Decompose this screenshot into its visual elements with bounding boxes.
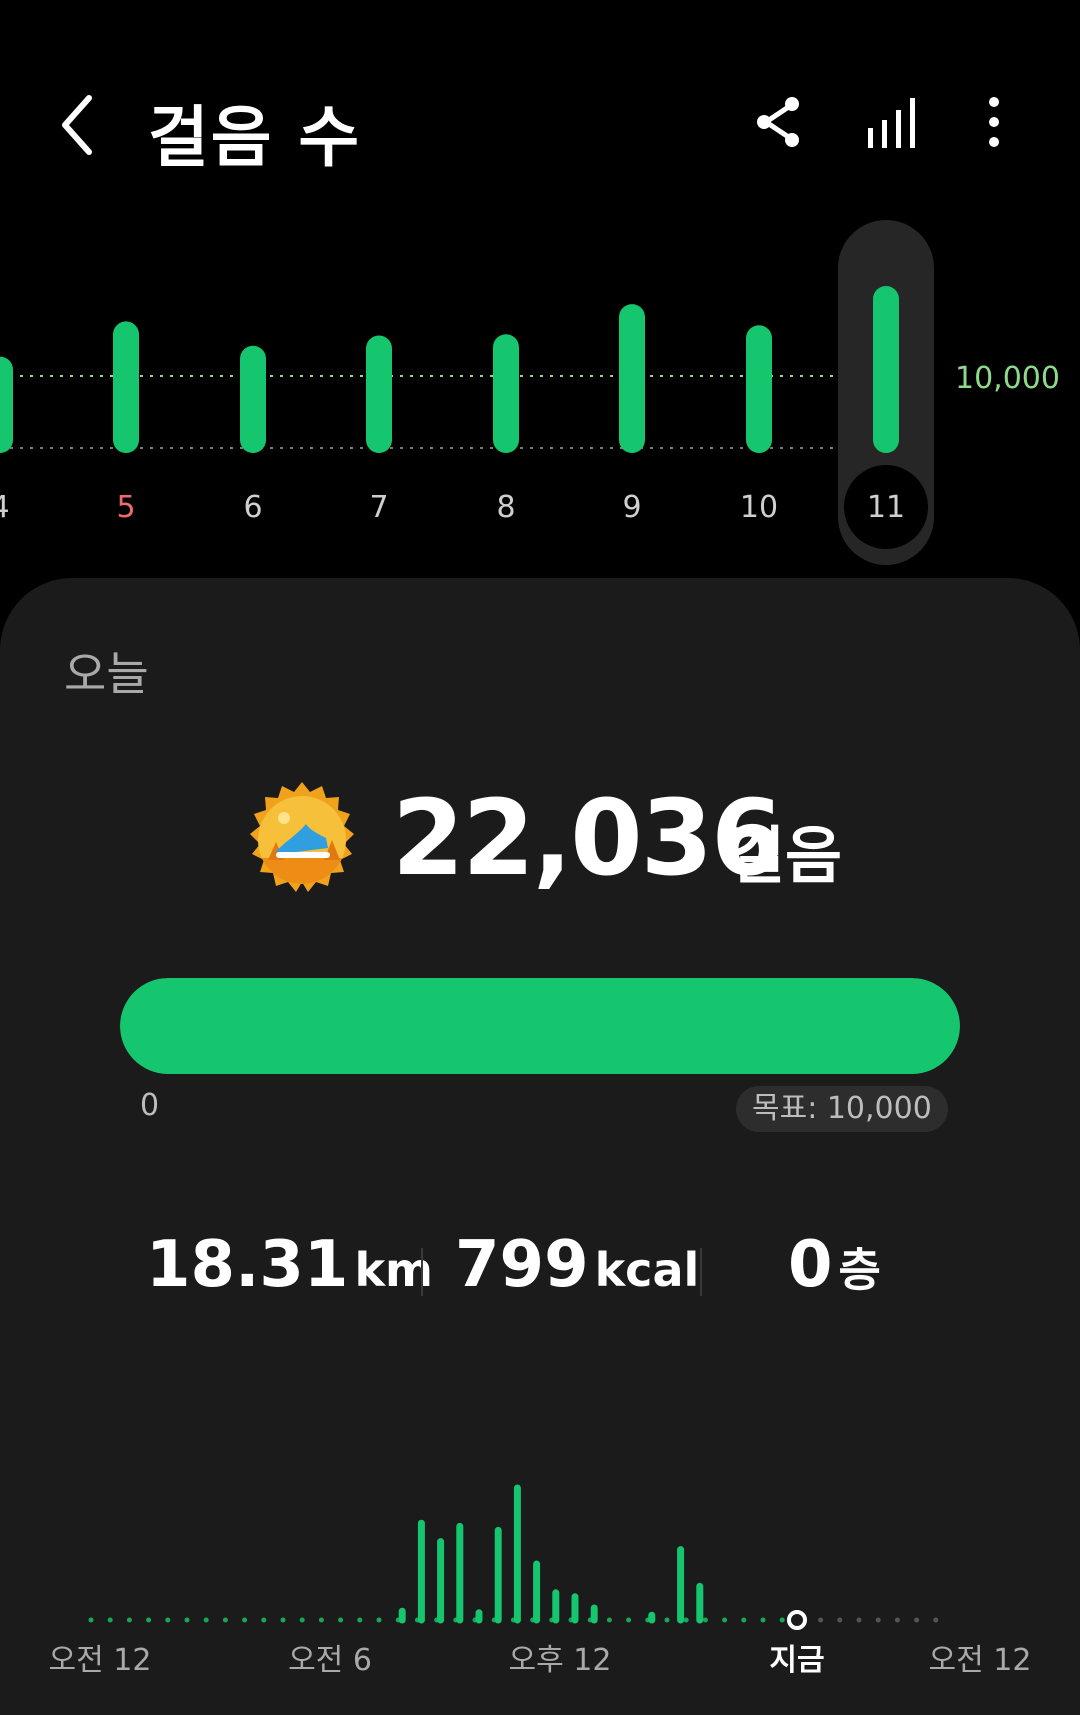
floors-stat: 0층 — [788, 1228, 881, 1302]
hour-dot — [107, 1617, 113, 1623]
share-icon — [757, 97, 799, 147]
stat-divider — [700, 1248, 702, 1296]
hour-dot — [146, 1617, 152, 1623]
x-label-midnight-start: 오전 12 — [49, 1643, 152, 1678]
daily-steps-chart[interactable]: 10,000 4 5 6 7 8 9 10 11 — [0, 210, 1080, 570]
activity-stats: 18.31 km 799 kcal 0층 — [0, 1228, 1080, 1328]
stat-divider — [421, 1248, 423, 1296]
chevron-left-icon — [62, 95, 92, 155]
trends-button[interactable] — [858, 90, 922, 154]
distance-value: 18.31 — [146, 1228, 349, 1302]
x-label-midnight-end: 오전 12 — [929, 1643, 1032, 1678]
back-button[interactable] — [55, 90, 115, 160]
app-bar: 걸음 수 — [0, 60, 1080, 190]
day-label-7[interactable]: 7 — [369, 490, 388, 525]
floors-value: 0 — [788, 1228, 833, 1302]
walking-badge-icon — [240, 778, 364, 902]
hour-dot — [338, 1617, 344, 1623]
hour-dot — [933, 1617, 939, 1623]
hour-dot — [702, 1617, 708, 1623]
goal-label: 10,000 — [955, 361, 1060, 396]
day-label-11[interactable]: 11 — [867, 490, 905, 525]
floors-unit: 층 — [838, 1243, 881, 1297]
hour-dot — [357, 1617, 363, 1623]
hour-dot — [299, 1617, 305, 1623]
share-button[interactable] — [746, 90, 810, 154]
calories-stat: 799 kcal — [455, 1228, 699, 1302]
now-marker — [787, 1610, 807, 1630]
hour-dot — [280, 1617, 286, 1623]
day-label-5[interactable]: 5 — [116, 490, 135, 525]
hour-dot — [875, 1617, 881, 1623]
bar-chart-icon — [868, 98, 915, 148]
more-vert-icon — [989, 97, 999, 147]
calories-value: 799 — [455, 1228, 589, 1302]
day-label-9[interactable]: 9 — [622, 490, 641, 525]
hour-dot — [856, 1617, 862, 1623]
hour-dot — [184, 1617, 190, 1623]
hour-dot — [165, 1617, 171, 1623]
hour-dot — [376, 1617, 382, 1623]
hour-dot — [760, 1617, 766, 1623]
steps-unit: 걸음 — [728, 819, 843, 892]
day-label-6[interactable]: 6 — [243, 490, 262, 525]
hour-dot — [626, 1617, 632, 1623]
more-options-button[interactable] — [962, 90, 1026, 154]
hour-dot — [126, 1617, 132, 1623]
hour-dot — [837, 1617, 843, 1623]
hour-dot — [261, 1617, 267, 1623]
hour-dot — [722, 1617, 728, 1623]
day-label-10[interactable]: 10 — [740, 490, 778, 525]
hour-dot — [203, 1617, 209, 1623]
hour-dot — [664, 1617, 670, 1623]
page-title: 걸음 수 — [148, 99, 362, 176]
x-label-6am: 오전 6 — [288, 1643, 372, 1678]
x-label-now: 지금 — [769, 1643, 824, 1678]
hour-dot — [88, 1617, 94, 1623]
goal-badge[interactable]: 목표: 10,000 — [736, 1086, 948, 1132]
steps-summary: 22,036 걸음 — [0, 778, 1080, 918]
day-label-4[interactable]: 4 — [0, 490, 10, 525]
x-label-noon: 오후 12 — [509, 1643, 612, 1678]
hour-dot — [318, 1617, 324, 1623]
hour-dot — [606, 1617, 612, 1623]
hour-dot — [242, 1617, 248, 1623]
hour-dot — [683, 1617, 689, 1623]
hour-dot — [894, 1617, 900, 1623]
calories-unit: kcal — [594, 1243, 700, 1297]
hour-dot — [222, 1617, 228, 1623]
hour-dot — [741, 1617, 747, 1623]
steps-progress-fill — [120, 978, 960, 1074]
progress-min-label: 0 — [140, 1088, 160, 1123]
distance-stat: 18.31 km — [146, 1228, 433, 1302]
hour-dot — [779, 1617, 785, 1623]
hour-dot — [818, 1617, 824, 1623]
hour-dot — [914, 1617, 920, 1623]
day-label-8[interactable]: 8 — [496, 490, 515, 525]
period-label: 오늘 — [64, 647, 149, 701]
hourly-steps-chart[interactable]: 오전 12 오전 6 오후 12 지금 오전 12 — [0, 1420, 1080, 1715]
steps-count: 22,036 — [392, 777, 783, 899]
steps-progress-bar — [120, 978, 960, 1074]
